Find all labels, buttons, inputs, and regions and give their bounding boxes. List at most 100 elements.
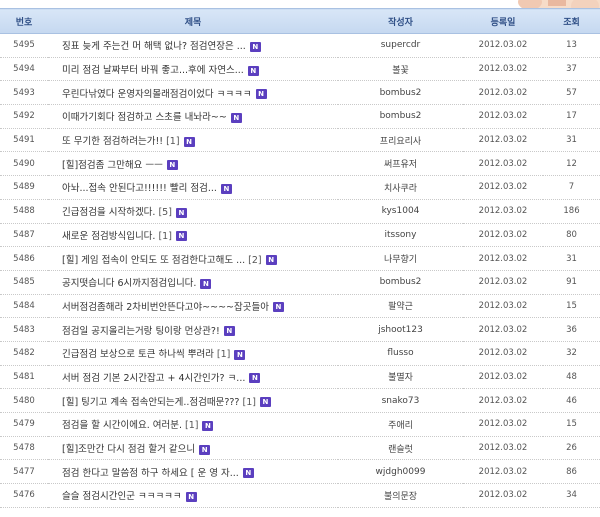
- post-title-link[interactable]: 또 무기한 점검하려는가!!: [62, 136, 163, 147]
- post-title-link[interactable]: 아놔...접속 안된다고!!!!!! 빨리 점검...: [62, 183, 217, 194]
- table-row: 5486 [힐] 게임 접속이 안되도 또 점검한다고해도 ... [2] N 나무향기…: [0, 246, 600, 271]
- post-writer[interactable]: supercdr: [338, 33, 463, 58]
- post-writer[interactable]: wjdgh0099: [338, 459, 463, 485]
- post-views: 34: [543, 483, 600, 508]
- post-title-link[interactable]: 점검을 할 시간이에요. 여러분.: [62, 420, 182, 431]
- post-writer[interactable]: 주애리: [338, 412, 463, 437]
- new-post-badge-icon: N: [185, 491, 197, 502]
- post-title-link[interactable]: 점검일 공지올리는거랑 팅이랑 먼상관?!: [62, 326, 220, 337]
- post-title-link[interactable]: 서버 점검 기본 2시간잡고 + 4시간인가? ㅋ...: [62, 373, 245, 384]
- post-views: 80: [543, 223, 600, 248]
- post-title-cell: 긴급점검 보상으로 토큰 하나씩 뿌려라 [1] N: [48, 341, 338, 366]
- post-writer[interactable]: bombus2: [338, 104, 463, 129]
- post-title-link[interactable]: [힐] 게임 접속이 안되도 또 점검한다고해도 ...: [62, 255, 245, 266]
- post-number: 5493: [0, 80, 48, 106]
- post-writer[interactable]: 팔약근: [338, 294, 463, 319]
- table-row: 5483 점검일 공지올리는거랑 팅이랑 먼상관?! Njshoot123 2012.…: [0, 317, 600, 342]
- post-title-cell: 아놔...접속 안된다고!!!!!! 빨리 점검... N: [48, 175, 338, 200]
- post-writer[interactable]: itssony: [338, 223, 463, 248]
- table-row: 5488 긴급점검을 시작하겠다. [5] Nkys1004 2012.03.02 186: [0, 199, 600, 224]
- comment-count[interactable]: [1]: [217, 349, 230, 360]
- post-writer[interactable]: kys1004: [338, 199, 463, 224]
- post-number: 5480: [0, 388, 48, 413]
- post-date: 2012.03.02: [463, 436, 543, 461]
- post-title-link[interactable]: 점검 한다고 말씀점 하구 하세요 [ 운 영 자...: [62, 468, 239, 479]
- post-title-link[interactable]: 새로운 점검방식입니다.: [62, 231, 155, 242]
- post-title-link[interactable]: 징표 늦게 주는건 머 해택 없나? 점검연장은 ...: [62, 41, 246, 52]
- post-title-cell: [힐]조만간 다시 점검 할거 같으니 N: [48, 436, 338, 461]
- post-writer[interactable]: 치사쿠라: [338, 175, 463, 200]
- post-writer[interactable]: bombus2: [338, 80, 463, 106]
- post-writer[interactable]: 불멸자: [338, 365, 463, 390]
- comment-count[interactable]: [2]: [248, 255, 261, 266]
- post-views: 12: [543, 151, 600, 177]
- post-views: 7: [543, 175, 600, 200]
- post-writer[interactable]: 볼꽃: [338, 57, 463, 82]
- table-row: 5482 긴급점검 보상으로 토큰 하나씩 뿌려라 [1] Nflusso 2012.0…: [0, 341, 600, 366]
- table-row: 5484 서버점검좀해라 2차비번안뜬다고야~~~~잡곳들아 N 팔약근 2012.03…: [0, 294, 600, 319]
- post-date: 2012.03.02: [463, 365, 543, 390]
- post-date: 2012.03.02: [463, 246, 543, 271]
- post-title-cell: 점검일 공지올리는거랑 팅이랑 먼상관?! N: [48, 317, 338, 342]
- new-post-badge-icon: N: [200, 278, 212, 289]
- comment-count[interactable]: [1]: [166, 136, 179, 147]
- post-views: 36: [543, 317, 600, 342]
- post-title-cell: 서버 점검 기본 2시간잡고 + 4시간인가? ㅋ... N: [48, 365, 338, 390]
- post-number: 5484: [0, 294, 48, 319]
- post-writer[interactable]: jshoot123: [338, 317, 463, 342]
- post-title-link[interactable]: [힐]점검좀 그만해요 ㅡㅡ: [62, 160, 163, 171]
- post-writer[interactable]: bombus2: [338, 270, 463, 295]
- post-number: 5481: [0, 365, 48, 390]
- post-title-link[interactable]: 공지떳습니다 6시까지점검입니다.: [62, 278, 196, 289]
- post-date: 2012.03.02: [463, 128, 543, 153]
- new-post-badge-icon: N: [255, 89, 267, 100]
- post-title-link[interactable]: [힐]조만간 다시 점검 할거 같으니: [62, 444, 195, 455]
- post-title-cell: 새로운 점검방식입니다. [1] N: [48, 223, 338, 248]
- post-writer[interactable]: snako73: [338, 388, 463, 413]
- comment-count[interactable]: [1]: [185, 420, 198, 431]
- post-title-cell: 긴급점검을 시작하겠다. [5] N: [48, 199, 338, 224]
- post-title-cell: [힐] 팅기고 계속 접속안되는게..점검때문??? [1] N: [48, 388, 338, 413]
- post-date: 2012.03.02: [463, 57, 543, 82]
- new-post-badge-icon: N: [249, 373, 261, 384]
- post-title-link[interactable]: [힐] 팅기고 계속 접속안되는게..점검때문???: [62, 397, 239, 408]
- post-views: 15: [543, 412, 600, 437]
- post-views: 13: [543, 33, 600, 58]
- post-number: 5485: [0, 270, 48, 295]
- new-post-badge-icon: N: [220, 183, 232, 194]
- header-num: 번호: [0, 8, 48, 34]
- post-views: 32: [543, 341, 600, 366]
- post-writer[interactable]: 써프유저: [338, 151, 463, 177]
- post-writer[interactable]: 프리요리사: [338, 128, 463, 153]
- post-title-link[interactable]: 우린다낚였다 운영자의몰래점검이었다 ㅋㅋㅋㅋ: [62, 89, 252, 100]
- comment-count[interactable]: [1]: [158, 231, 171, 242]
- post-writer[interactable]: 불의문장: [338, 483, 463, 508]
- new-post-badge-icon: N: [242, 468, 254, 479]
- post-number: 5486: [0, 246, 48, 271]
- post-title-cell: 점검을 할 시간이에요. 여러분. [1] N: [48, 412, 338, 437]
- post-title-link[interactable]: 이때가기회다 점검하고 스초를 내놔라~~: [62, 112, 227, 123]
- post-title-link[interactable]: 긴급점검을 시작하겠다.: [62, 207, 155, 218]
- post-title-link[interactable]: 서버점검좀해라 2차비번안뜬다고야~~~~잡곳들아: [62, 302, 269, 313]
- post-title-link[interactable]: 미리 점검 날짜부터 바꿔 좋고...후에 자연스...: [62, 65, 244, 76]
- table-row: 5495 징표 늦게 주는건 머 해택 없나? 점검연장은 ... Nsupercd…: [0, 33, 600, 58]
- post-writer[interactable]: 랜슬럿: [338, 436, 463, 461]
- comment-count[interactable]: [5]: [158, 207, 171, 218]
- post-views: 37: [543, 57, 600, 82]
- post-title-link[interactable]: 슬슬 점검시간인군 ㅋㅋㅋㅋㅋ: [62, 491, 182, 502]
- post-writer[interactable]: flusso: [338, 341, 463, 366]
- post-views: 46: [543, 388, 600, 413]
- post-title-cell: 이때가기회다 점검하고 스초를 내놔라~~ N: [48, 104, 338, 129]
- post-writer[interactable]: 나무향기: [338, 246, 463, 271]
- table-row: 5481 서버 점검 기본 2시간잡고 + 4시간인가? ㅋ... N 불멸자 2012…: [0, 365, 600, 390]
- post-title-link[interactable]: 긴급점검 보상으로 토큰 하나씩 뿌려라: [62, 349, 214, 360]
- post-number: 5491: [0, 128, 48, 153]
- post-number: 5489: [0, 175, 48, 200]
- new-post-badge-icon: N: [265, 255, 277, 266]
- table-row: 5485 공지떳습니다 6시까지점검입니다. Nbombus2 2012.03.02 9…: [0, 270, 600, 295]
- table-row: 5479 점검을 할 시간이에요. 여러분. [1] N 주애리 2012.03.02 15: [0, 412, 600, 437]
- new-post-badge-icon: N: [202, 420, 214, 431]
- post-number: 5495: [0, 33, 48, 58]
- comment-count[interactable]: [1]: [242, 397, 255, 408]
- table-row: 5490 [힐]점검좀 그만해요 ㅡㅡ N 써프유저 2012.03.02 12: [0, 151, 600, 177]
